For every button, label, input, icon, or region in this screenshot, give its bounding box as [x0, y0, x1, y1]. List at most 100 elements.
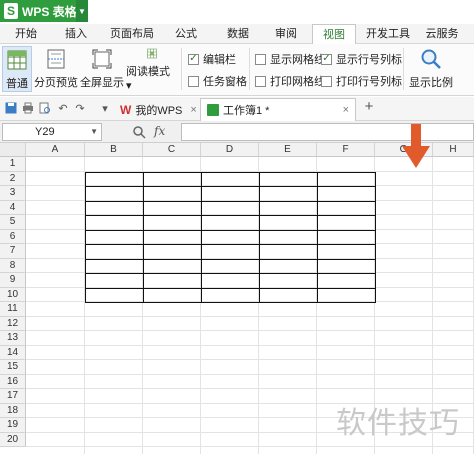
table-cell[interactable]: [259, 229, 318, 245]
tab-home[interactable]: 开始: [6, 24, 46, 44]
row-header[interactable]: 20: [0, 432, 26, 447]
checkbox-unchecked-icon[interactable]: [255, 53, 266, 65]
table-cell[interactable]: [85, 171, 144, 187]
table-cell[interactable]: [317, 229, 376, 245]
tab-cloud[interactable]: 云服务: [418, 24, 466, 44]
table-cell[interactable]: [317, 200, 376, 216]
table-cell[interactable]: [259, 171, 318, 187]
table-cell[interactable]: [317, 273, 376, 289]
table-cell[interactable]: [317, 186, 376, 202]
column-header[interactable]: H: [433, 143, 474, 157]
close-icon[interactable]: ×: [190, 104, 196, 116]
row-header[interactable]: 4: [0, 200, 26, 215]
show-headings-toggle[interactable]: ✓ 显示行号列标: [321, 51, 402, 67]
table-cell[interactable]: [143, 273, 202, 289]
table-cell[interactable]: [259, 258, 318, 274]
tab-data[interactable]: 数据: [218, 24, 258, 44]
row-header[interactable]: 8: [0, 258, 26, 273]
row-header[interactable]: 11: [0, 302, 26, 317]
table-cell[interactable]: [317, 171, 376, 187]
select-all-corner[interactable]: [0, 143, 26, 157]
tab-formulas[interactable]: 公式: [166, 24, 206, 44]
fullscreen-button[interactable]: 全屏显示: [80, 46, 124, 92]
table-cell[interactable]: [201, 186, 260, 202]
tab-insert[interactable]: 插入: [56, 24, 96, 44]
table-cell[interactable]: [85, 287, 144, 303]
table-cell[interactable]: [143, 200, 202, 216]
show-gridlines-toggle[interactable]: 显示网格线: [255, 51, 325, 67]
table-cell[interactable]: [143, 229, 202, 245]
table-cell[interactable]: [201, 229, 260, 245]
print-headings-toggle[interactable]: 打印行号列标: [321, 73, 402, 89]
row-header[interactable]: 19: [0, 418, 26, 433]
tab-view[interactable]: 视图: [312, 24, 356, 45]
table-cell[interactable]: [259, 273, 318, 289]
fx-icon[interactable]: fx: [154, 124, 165, 138]
column-header[interactable]: B: [85, 143, 143, 157]
new-tab-icon[interactable]: +: [362, 99, 376, 114]
table-cell[interactable]: [201, 273, 260, 289]
save-icon[interactable]: [4, 102, 18, 116]
table-cell[interactable]: [85, 200, 144, 216]
row-header[interactable]: 5: [0, 215, 26, 230]
row-header[interactable]: 18: [0, 403, 26, 418]
table-cell[interactable]: [143, 244, 202, 260]
edit-bar-toggle[interactable]: ✓ 编辑栏: [188, 51, 236, 67]
table-cell[interactable]: [201, 200, 260, 216]
column-header[interactable]: E: [259, 143, 317, 157]
table-cell[interactable]: [259, 244, 318, 260]
bordered-table[interactable]: [85, 171, 376, 304]
row-header[interactable]: 15: [0, 360, 26, 375]
name-box[interactable]: Y29 ▼: [2, 123, 102, 141]
table-cell[interactable]: [259, 186, 318, 202]
table-cell[interactable]: [201, 215, 260, 231]
table-cell[interactable]: [85, 186, 144, 202]
table-cell[interactable]: [85, 258, 144, 274]
doc-tab-workbook1[interactable]: 工作簿1 * ×: [200, 98, 356, 121]
row-header[interactable]: 12: [0, 316, 26, 331]
table-cell[interactable]: [317, 287, 376, 303]
checkbox-unchecked-icon[interactable]: [255, 75, 266, 87]
checkbox-checked-icon[interactable]: ✓: [188, 53, 199, 65]
doc-tab-my-wps[interactable]: W 我的WPS ×: [114, 98, 203, 121]
formula-input[interactable]: [181, 123, 474, 141]
column-header[interactable]: C: [143, 143, 201, 157]
row-header[interactable]: 17: [0, 389, 26, 404]
checkbox-checked-icon[interactable]: ✓: [321, 53, 332, 65]
app-menu-button[interactable]: S WPS 表格 ▼: [0, 0, 88, 22]
table-cell[interactable]: [85, 215, 144, 231]
table-cell[interactable]: [201, 287, 260, 303]
table-cell[interactable]: [143, 258, 202, 274]
column-header[interactable]: F: [317, 143, 375, 157]
redo-icon[interactable]: ↷: [73, 102, 87, 116]
table-cell[interactable]: [143, 171, 202, 187]
row-header[interactable]: 10: [0, 287, 26, 302]
table-cell[interactable]: [259, 200, 318, 216]
tab-page-layout[interactable]: 页面布局: [104, 24, 160, 44]
print-preview-icon[interactable]: [38, 102, 52, 116]
close-icon[interactable]: ×: [343, 104, 349, 116]
checkbox-unchecked-icon[interactable]: [321, 75, 332, 87]
zoom-button[interactable]: 显示比例: [408, 46, 454, 92]
page-break-preview-button[interactable]: 分页预览: [34, 46, 78, 92]
table-cell[interactable]: [317, 244, 376, 260]
reading-mode-button[interactable]: 阅读模式 ▾: [126, 46, 178, 92]
row-header[interactable]: 14: [0, 345, 26, 360]
row-header[interactable]: 6: [0, 229, 26, 244]
table-cell[interactable]: [201, 171, 260, 187]
row-header[interactable]: 16: [0, 374, 26, 389]
row-header[interactable]: 2: [0, 171, 26, 186]
print-icon[interactable]: [21, 102, 35, 116]
print-gridlines-toggle[interactable]: 打印网格线: [255, 73, 325, 89]
row-header[interactable]: 13: [0, 331, 26, 346]
column-header[interactable]: A: [26, 143, 85, 157]
table-cell[interactable]: [85, 244, 144, 260]
search-icon[interactable]: [132, 125, 146, 139]
table-cell[interactable]: [201, 244, 260, 260]
table-cell[interactable]: [259, 287, 318, 303]
task-pane-toggle[interactable]: 任务窗格: [188, 73, 247, 89]
tab-developer[interactable]: 开发工具: [362, 24, 414, 44]
table-cell[interactable]: [143, 287, 202, 303]
tab-review[interactable]: 审阅: [266, 24, 306, 44]
table-cell[interactable]: [85, 229, 144, 245]
